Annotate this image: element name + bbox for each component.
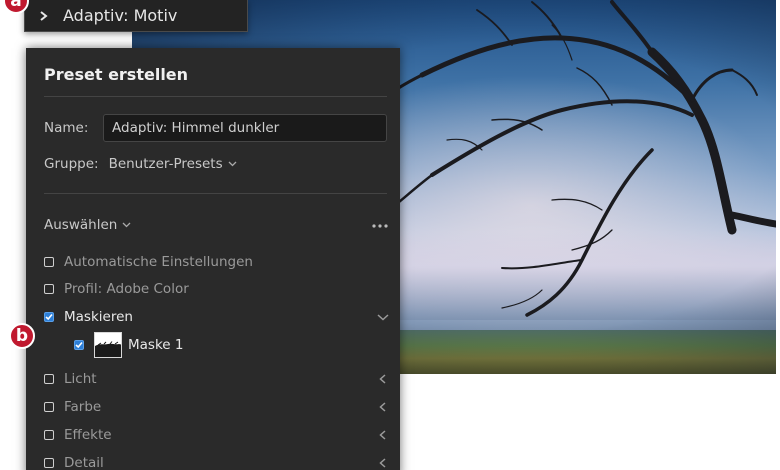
group-dropdown[interactable]: Benutzer-Presets	[109, 156, 237, 172]
list-item-profile: Profil: Adobe Color	[44, 279, 389, 299]
create-preset-dialog: Preset erstellen Name: Gruppe: Benutzer-…	[26, 48, 400, 470]
group-value: Benutzer-Presets	[108, 156, 223, 172]
checkbox[interactable]	[44, 458, 54, 468]
checkbox-checked[interactable]	[44, 312, 54, 322]
select-dropdown[interactable]: Auswählen	[44, 217, 131, 233]
list-item-effects: Effekte	[44, 425, 389, 445]
item-label: Maske 1	[128, 337, 184, 353]
chevron-left-icon[interactable]	[377, 402, 389, 412]
more-options-icon[interactable]	[372, 224, 388, 228]
chevron-left-icon[interactable]	[377, 458, 389, 468]
item-label: Effekte	[64, 427, 112, 443]
item-label: Profil: Adobe Color	[64, 281, 189, 297]
group-label: Gruppe:	[44, 156, 99, 172]
checkbox-checked[interactable]	[74, 340, 84, 350]
checkmark-icon	[45, 313, 53, 321]
divider	[44, 96, 387, 97]
list-item-detail: Detail	[44, 453, 389, 470]
select-label: Auswählen	[44, 217, 118, 233]
checkbox[interactable]	[44, 284, 54, 294]
collapsed-panel-label: Adaptiv: Motiv	[63, 6, 178, 25]
item-label: Licht	[64, 371, 97, 387]
checkbox[interactable]	[44, 257, 54, 267]
dialog-title: Preset erstellen	[44, 65, 189, 84]
mask-thumbnail	[94, 332, 122, 358]
list-item-masking: Maskieren	[44, 307, 389, 327]
group-row: Gruppe: Benutzer-Presets	[44, 156, 237, 172]
list-item-mask-1: Maske 1	[74, 332, 389, 358]
item-label: Automatische Einstellungen	[64, 254, 253, 270]
item-label: Maskieren	[64, 309, 133, 325]
preset-name-input[interactable]	[103, 114, 387, 142]
checkbox[interactable]	[44, 402, 54, 412]
checkmark-icon	[75, 341, 83, 349]
chevron-right-icon	[40, 10, 48, 21]
chevron-down-icon	[228, 161, 237, 167]
chevron-left-icon[interactable]	[377, 430, 389, 440]
collapsed-preset-panel[interactable]: Adaptiv: Motiv	[24, 0, 248, 32]
item-label: Detail	[64, 455, 104, 470]
callout-badge-b: b	[9, 323, 35, 349]
list-item-color: Farbe	[44, 397, 389, 417]
item-label: Farbe	[64, 399, 102, 415]
divider	[44, 193, 387, 194]
list-item-auto-settings: Automatische Einstellungen	[44, 252, 389, 272]
chevron-down-icon[interactable]	[377, 312, 389, 322]
checkbox[interactable]	[44, 374, 54, 384]
chevron-down-icon	[122, 222, 131, 228]
chevron-left-icon[interactable]	[377, 374, 389, 384]
name-label: Name:	[44, 120, 89, 136]
list-item-light: Licht	[44, 369, 389, 389]
checkbox[interactable]	[44, 430, 54, 440]
